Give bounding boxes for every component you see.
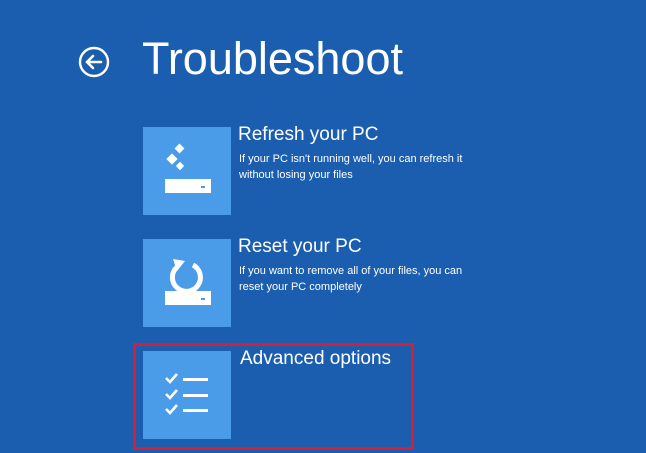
troubleshoot-screen: Troubleshoot Refresh your PC If your PC …	[0, 0, 646, 453]
refresh-pc-option[interactable]: Refresh your PC If your PC isn't running…	[143, 124, 573, 215]
back-button[interactable]	[78, 46, 110, 78]
refresh-pc-title: Refresh your PC	[238, 124, 379, 145]
advanced-options-option[interactable]: Advanced options	[143, 348, 573, 439]
reset-pc-tile[interactable]	[143, 239, 231, 327]
refresh-pc-description: If your PC isn't running well, you can r…	[239, 153, 463, 181]
refresh-pc-icon	[165, 143, 211, 193]
advanced-options-tile[interactable]	[143, 351, 231, 439]
reset-pc-option[interactable]: Reset your PC If you want to remove all …	[143, 236, 573, 327]
page-title: Troubleshoot	[142, 33, 403, 84]
back-arrow-circle-icon	[78, 46, 110, 78]
refresh-pc-tile[interactable]	[143, 127, 231, 215]
reset-pc-title: Reset your PC	[238, 236, 362, 257]
reset-pc-description: If you want to remove all of your files,…	[239, 265, 463, 293]
checklist-icon	[165, 373, 208, 415]
reset-pc-icon	[165, 259, 211, 305]
advanced-options-title: Advanced options	[240, 348, 392, 369]
